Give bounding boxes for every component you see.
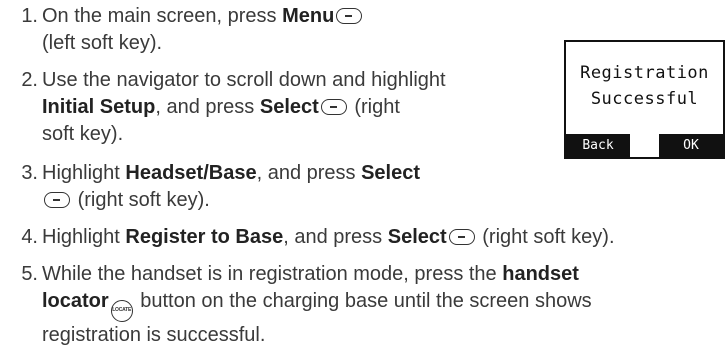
step-4: 4. Highlight Register to Base, and press… — [0, 224, 615, 251]
step-text: Use the navigator to scroll down and hig… — [42, 67, 446, 148]
step-text-run: While the handset is in registration mod… — [42, 263, 503, 285]
step-text-run: (right soft key). — [482, 226, 615, 248]
bold-term: Register to Base — [125, 226, 284, 248]
ok-softkey[interactable]: OK — [659, 134, 723, 157]
step-text-run: , and press — [155, 96, 260, 118]
step-text-run: On the main screen, press — [42, 5, 283, 27]
bold-term: Select — [361, 162, 421, 184]
step-text-run: (left soft key). — [42, 32, 163, 54]
handset-screen-illustration: Registration Successful Back OK — [564, 40, 725, 159]
bold-term: locator — [42, 290, 109, 312]
bold-term: Select — [259, 96, 319, 118]
step-text: Highlight Register to Base, and press Se… — [42, 224, 615, 251]
softkey-icon — [448, 229, 475, 245]
bold-term: Menu — [282, 5, 335, 27]
step-text: While the handset is in registration mod… — [42, 261, 592, 349]
step-text-run: , and press — [283, 226, 388, 248]
softkey-icon — [44, 192, 70, 208]
step-number: 4. — [21, 226, 38, 248]
step-number: 2. — [21, 69, 38, 91]
message-line-2: Successful — [590, 89, 699, 109]
locator-icon: LOCATE — [110, 300, 133, 322]
softkey-bar: Back OK — [566, 134, 723, 157]
softkey-icon — [336, 8, 363, 24]
step-text-run: (right — [354, 96, 400, 118]
step-text-run: Use the navigator to scroll down and hig… — [42, 69, 446, 91]
step-3: 3. Highlight Headset/Base, and press Sel… — [0, 160, 420, 214]
softkey-icon — [320, 99, 347, 115]
bold-term: Initial Setup — [42, 96, 156, 118]
message-line-1: Registration — [580, 63, 709, 83]
step-number: 5. — [21, 263, 38, 285]
step-text: Highlight Headset/Base, and press Select… — [42, 160, 420, 214]
bold-term: handset — [502, 263, 579, 285]
step-text-run: (right soft key). — [77, 189, 210, 211]
bold-term: Headset/Base — [125, 162, 257, 184]
step-text-run: button on the charging base until the sc… — [140, 290, 592, 312]
step-text: On the main screen, press Menu (left sof… — [42, 3, 364, 57]
step-number: 1. — [21, 5, 38, 27]
registration-message: Registration Successful — [566, 60, 723, 112]
step-text-run: , and press — [256, 162, 362, 184]
step-text-run: Highlight — [42, 162, 126, 184]
step-1: 1. On the main screen, press Menu (left … — [0, 3, 364, 57]
step-text-run: soft key). — [42, 123, 124, 145]
step-2: 2. Use the navigator to scroll down and … — [0, 67, 446, 148]
back-softkey[interactable]: Back — [566, 134, 630, 157]
step-text-run: registration is successful. — [42, 324, 266, 346]
step-text-run: Highlight — [42, 226, 126, 248]
step-5: 5. While the handset is in registration … — [0, 261, 592, 349]
step-number: 3. — [21, 162, 38, 184]
bold-term: Select — [387, 226, 447, 248]
